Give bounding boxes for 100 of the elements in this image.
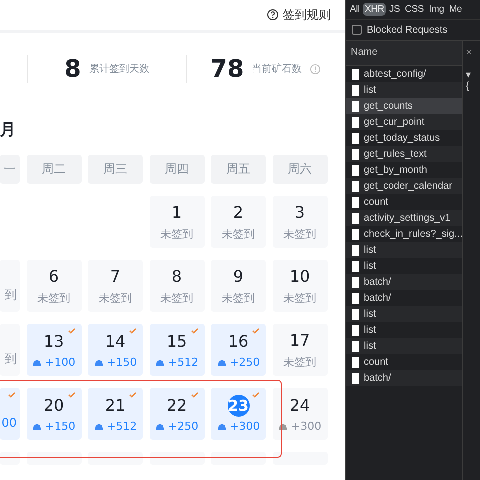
ore-icon — [32, 358, 42, 366]
ore-reward: +300 — [230, 420, 260, 433]
stat-value: 78 — [210, 55, 244, 83]
file-icon — [352, 148, 359, 160]
file-icon — [352, 324, 359, 336]
day-cell[interactable]: 10 未签到 — [272, 260, 328, 312]
day-number: 24 — [290, 395, 310, 417]
day-cell[interactable]: 24 +300 — [272, 388, 328, 440]
day-number: 21 — [105, 395, 126, 417]
day-cell — [272, 452, 328, 465]
weekday-header: 周二 — [26, 155, 82, 184]
day-status: 未签到 — [99, 291, 132, 306]
request-row[interactable]: get_by_month — [346, 162, 462, 178]
file-icon — [352, 180, 359, 192]
column-header[interactable]: Name — [346, 41, 462, 66]
stat-value: 8 — [64, 55, 82, 83]
filter-tab[interactable]: Me — [447, 3, 464, 16]
file-icon — [352, 292, 359, 304]
request-row[interactable]: get_coder_calendar — [346, 178, 462, 194]
request-row[interactable]: list — [346, 242, 462, 258]
day-status: 未签到 — [284, 355, 316, 370]
filter-tab[interactable]: CSS — [403, 3, 426, 16]
day-number: 6 — [48, 266, 60, 288]
request-row[interactable]: activity_settings_v1 — [346, 210, 462, 226]
request-row[interactable]: get_rules_text — [346, 146, 462, 162]
request-row[interactable]: count — [346, 354, 462, 370]
check-icon — [252, 328, 260, 334]
weekday-header: 周六 — [272, 155, 328, 184]
day-status: 未签到 — [160, 291, 194, 306]
request-row[interactable]: batch/ — [346, 370, 462, 386]
request-row[interactable]: get_cur_point — [346, 114, 462, 130]
day-cell[interactable]: 15 +512 — [150, 324, 204, 376]
day-cell[interactable]: 23 +300 — [211, 388, 266, 440]
request-row[interactable]: batch/ — [346, 274, 462, 290]
ore-icon — [216, 422, 227, 430]
weekday-header: 周四 — [150, 155, 204, 184]
check-icon — [129, 328, 137, 334]
request-row[interactable]: check_in_rules?_sig... — [346, 226, 462, 242]
day-cell[interactable]: 13 +100 — [26, 324, 82, 376]
close-button[interactable]: × — [466, 47, 477, 59]
checkbox[interactable] — [352, 25, 362, 35]
day-cell[interactable]: 7 未签到 — [88, 260, 143, 312]
day-number: 14 — [105, 331, 126, 353]
day-cell — [26, 452, 82, 465]
day-cell[interactable]: 1 未签到 — [150, 196, 204, 248]
day-label: 00 — [2, 416, 17, 430]
day-number: 2 — [233, 202, 244, 224]
sign-in-rules-link[interactable]: 签到规则 — [267, 6, 331, 24]
day-cell[interactable]: 3 未签到 — [272, 196, 328, 248]
day-number: 16 — [228, 331, 249, 353]
ore-icon — [278, 422, 288, 430]
request-row[interactable]: list — [346, 322, 462, 338]
request-row[interactable]: list — [346, 258, 462, 274]
filter-tab[interactable]: JS — [387, 3, 402, 16]
day-cell[interactable]: 6 未签到 — [26, 260, 82, 312]
filter-tab[interactable]: XHR — [362, 3, 386, 16]
ore-icon — [32, 422, 42, 430]
day-cell[interactable]: 8 未签到 — [150, 260, 204, 312]
filter-tab[interactable]: Img — [427, 3, 446, 16]
day-cell[interactable]: 2 未签到 — [211, 196, 266, 248]
check-icon — [190, 328, 198, 334]
stat-label: 当前矿石数 — [252, 62, 302, 76]
day-cell — [211, 452, 266, 465]
day-cell — [150, 452, 204, 465]
day-number: 23 — [228, 395, 250, 417]
day-number: 3 — [294, 202, 306, 224]
stat-label: 累计签到天数 — [89, 62, 150, 76]
day-number: 9 — [233, 266, 244, 288]
day-status: 未签到 — [38, 291, 70, 306]
check-icon — [252, 392, 260, 398]
file-icon — [352, 276, 359, 288]
day-status: 未签到 — [222, 291, 255, 306]
day-number: 1 — [172, 202, 182, 224]
day-cell[interactable]: 22 +250 — [150, 388, 204, 440]
day-cell[interactable]: 14 +150 — [88, 324, 143, 376]
day-cell[interactable]: 16 +250 — [211, 324, 266, 376]
request-row[interactable]: get_today_status — [346, 130, 462, 146]
file-icon — [352, 84, 359, 96]
ore-reward: +512 — [168, 356, 199, 369]
day-cell[interactable]: 21 +512 — [88, 388, 143, 440]
request-row[interactable]: batch/ — [346, 290, 462, 306]
request-row[interactable]: list — [346, 82, 462, 98]
request-row[interactable]: list — [346, 306, 462, 322]
request-row[interactable]: count — [346, 194, 462, 210]
request-row[interactable]: abtest_config/ — [346, 66, 462, 82]
request-row[interactable]: get_counts — [346, 98, 462, 114]
day-cell[interactable]: 17 未签到 — [272, 324, 328, 376]
day-cell[interactable]: 9 未签到 — [211, 260, 266, 312]
day-cell[interactable]: 20 +150 — [26, 388, 82, 440]
file-icon — [352, 164, 359, 176]
day-status: 未签到 — [222, 227, 255, 242]
preview-text: ▾ { — [466, 69, 472, 92]
ore-reward: +300 — [291, 420, 322, 433]
check-icon — [190, 392, 198, 398]
request-row[interactable]: list — [346, 338, 462, 354]
file-icon — [352, 100, 359, 112]
check-icon — [129, 392, 137, 398]
weekday-header: 周三 — [88, 155, 143, 184]
filter-tab[interactable]: All — [348, 3, 362, 16]
day-cell — [88, 452, 143, 465]
